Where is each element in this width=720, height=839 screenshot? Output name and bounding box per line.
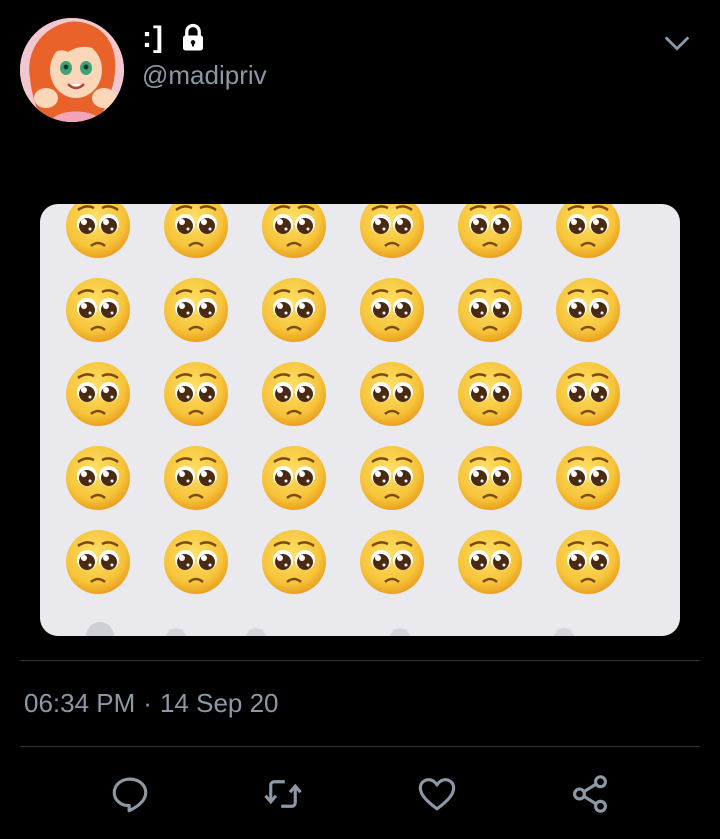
pleading-face-emoji [64, 528, 132, 596]
pleading-face-emoji [358, 360, 426, 428]
pleading-face-emoji [260, 276, 328, 344]
like-button[interactable] [413, 770, 461, 818]
tweet-date: 14 Sep 20 [159, 688, 279, 718]
pleading-face-emoji [554, 276, 622, 344]
share-icon [573, 775, 607, 813]
pleading-face-emoji [456, 204, 524, 260]
avatar-image [20, 18, 124, 122]
pleading-face-emoji [162, 276, 230, 344]
pleading-face-emoji [358, 276, 426, 344]
pleading-face-emoji [260, 444, 328, 512]
timestamp[interactable]: 06:34 PM · 14 Sep 20 [24, 688, 279, 719]
pleading-face-emoji [162, 528, 230, 596]
tweet-actions [0, 770, 720, 822]
chevron-down-icon[interactable] [660, 26, 694, 60]
pleading-face-emoji [358, 204, 426, 260]
pleading-face-emoji [456, 528, 524, 596]
reply-icon [112, 777, 148, 813]
pleading-face-emoji [554, 444, 622, 512]
pleading-face-emoji [162, 444, 230, 512]
heart-icon [418, 778, 456, 811]
timestamp-separator: · [143, 688, 152, 718]
pleading-face-emoji [260, 528, 328, 596]
pleading-face-emoji [456, 444, 524, 512]
divider [20, 746, 700, 747]
pleading-face-emoji [456, 276, 524, 344]
pleading-face-emoji [260, 360, 328, 428]
user-handle[interactable]: @madipriv [142, 60, 267, 91]
pleading-face-emoji [554, 528, 622, 596]
keyboard-toolbar-remnant [86, 622, 574, 636]
reply-button[interactable] [106, 770, 154, 818]
pleading-face-emoji [358, 528, 426, 596]
tweet-detail: :] @madipriv 06:34 PM · 14 Sep 20 [0, 0, 720, 839]
pleading-face-emoji [162, 204, 230, 260]
avatar[interactable] [20, 18, 124, 122]
tweet-media-image[interactable] [40, 204, 680, 636]
pleading-face-emoji [64, 204, 132, 260]
tweet-time: 06:34 PM [24, 688, 136, 718]
pleading-face-emoji [64, 276, 132, 344]
display-name[interactable]: :] [142, 21, 164, 55]
retweet-button[interactable] [259, 770, 307, 818]
lock-icon [182, 23, 203, 51]
pleading-face-emoji [554, 204, 622, 260]
divider [20, 660, 700, 661]
pleading-face-emoji [260, 204, 328, 260]
share-button[interactable] [566, 770, 614, 818]
pleading-face-emoji [162, 360, 230, 428]
pleading-face-emoji [456, 360, 524, 428]
pleading-face-emoji-grid [64, 204, 622, 636]
pleading-face-emoji [554, 360, 622, 428]
retweet-icon [264, 780, 302, 808]
pleading-face-emoji [64, 444, 132, 512]
display-name-row: :] [142, 20, 208, 56]
pleading-face-emoji [64, 360, 132, 428]
pleading-face-emoji [358, 444, 426, 512]
